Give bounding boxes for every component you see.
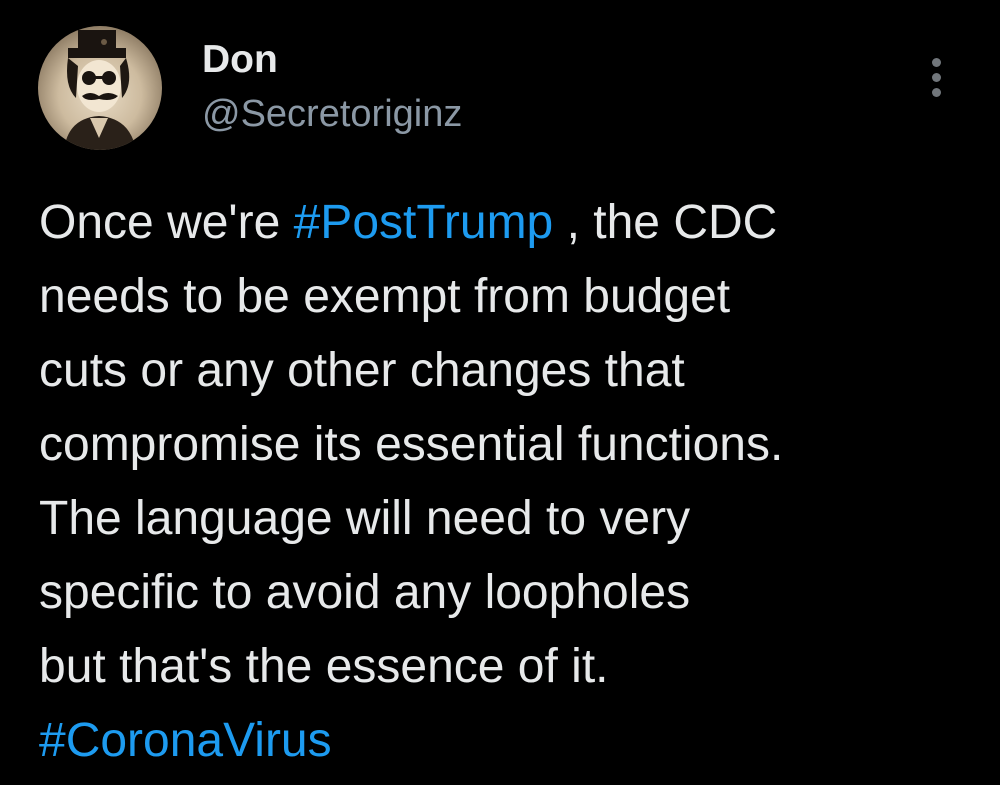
tweet-line: #CoronaVirus <box>39 704 989 778</box>
tweet-text-segment: Once we're <box>39 196 294 249</box>
tweet-line: needs to be exempt from budget <box>39 270 731 323</box>
hashtag-link[interactable]: #CoronaVirus <box>39 714 332 767</box>
author-name[interactable]: Don <box>202 38 278 82</box>
tweet-text-segment: , the CDC <box>553 196 778 249</box>
tweet-card: Don @Secretoriginz Once we're #PostTrump… <box>0 0 1000 785</box>
tweet-line: compromise its essential functions. <box>39 418 784 471</box>
tweet-line: specific to avoid any loopholes <box>39 566 691 619</box>
more-dot <box>932 73 941 82</box>
avatar-image <box>64 30 136 150</box>
tweet-text: Once we're #PostTrump , the CDC needs to… <box>39 186 989 778</box>
tweet-line: Once we're #PostTrump , the CDC <box>39 186 989 260</box>
more-dot <box>932 88 941 97</box>
tweet-line: cuts or any other changes that <box>39 344 685 397</box>
tweet-line: The language will need to very <box>39 492 691 545</box>
hashtag-link[interactable]: #PostTrump <box>294 196 554 249</box>
avatar[interactable] <box>38 26 162 150</box>
more-options-icon[interactable] <box>920 56 954 100</box>
more-dot <box>932 58 941 67</box>
author-handle[interactable]: @Secretoriginz <box>202 92 462 136</box>
tweet-line: but that's the essence of it. <box>39 640 609 693</box>
